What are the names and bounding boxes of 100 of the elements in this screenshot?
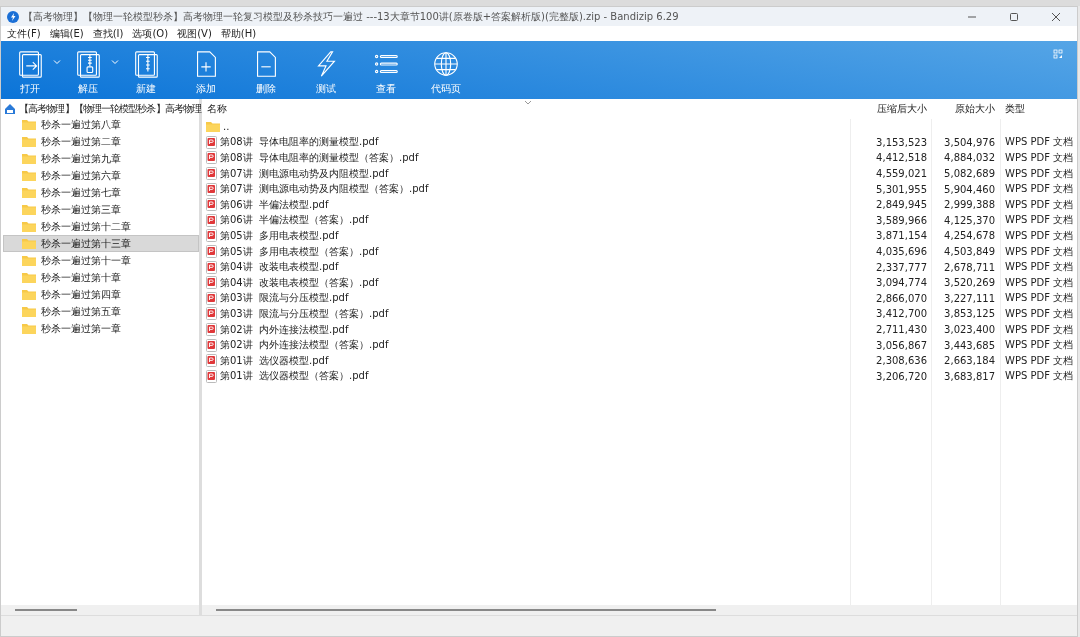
table-cell: 5,301,955 — [876, 183, 927, 195]
folder-icon — [22, 255, 36, 266]
layout-icon[interactable] — [1053, 49, 1063, 59]
toolbar-button[interactable]: 添加 — [187, 41, 225, 96]
column-header[interactable]: 名称 — [202, 102, 853, 116]
folder-icon — [22, 187, 36, 198]
app-logo-icon — [7, 10, 19, 23]
table-cell: 3,094,774 — [876, 277, 927, 289]
file-name[interactable]: 第06讲 半偏法模型（答案）.pdf — [220, 213, 369, 228]
toolbar-button[interactable]: 测试 — [307, 41, 345, 96]
toolbar-button[interactable]: 打开 — [11, 41, 49, 96]
maximize-icon[interactable] — [1009, 11, 1019, 22]
folder-icon — [22, 306, 36, 317]
table-cell: WPS PDF 文档 — [1005, 261, 1074, 273]
table-cell: WPS PDF 文档 — [1005, 152, 1074, 163]
table-cell: 4,503,849 — [944, 246, 995, 258]
table-cell: WPS PDF 文档 — [1005, 167, 1074, 179]
tree-item[interactable]: 秒杀一遍过第三章 — [3, 201, 199, 218]
toolbar-button[interactable]: 新建 — [127, 41, 165, 96]
table-cell: 3,589,966 — [876, 214, 927, 226]
file-name[interactable]: 第08讲 导体电阻率的测量模型（答案）.pdf — [220, 151, 419, 165]
toolbar-button[interactable]: 代码页 — [427, 41, 465, 96]
pdf-file-icon — [206, 167, 217, 181]
tree-root[interactable]: 【高考物理】【物理一轮模型秒杀】高考物理 — [19, 101, 201, 116]
table-cell: 3,871,154 — [876, 230, 927, 242]
tree-item[interactable]: 秒杀一遍过第十章 — [3, 269, 199, 286]
menu-item[interactable]: 文件(F) — [7, 26, 41, 41]
folder-icon — [22, 204, 36, 215]
table-cell: WPS PDF 文档 — [1005, 229, 1074, 241]
table-cell: 2,337,777 — [876, 261, 927, 273]
folder-icon — [22, 170, 36, 181]
menu-item[interactable]: 视图(V) — [177, 26, 212, 41]
table-cell: 3,504,976 — [944, 136, 995, 148]
table-cell: 5,904,460 — [944, 183, 995, 195]
folder-icon — [22, 238, 36, 249]
file-name[interactable]: 第04讲 改装电表模型.pdf — [220, 260, 339, 275]
menu-item[interactable]: 帮助(H) — [220, 26, 257, 41]
toolbar-button[interactable]: 解压 — [69, 41, 107, 96]
scrollbar-thumb[interactable] — [216, 609, 716, 611]
table-cell: 4,125,370 — [944, 214, 995, 226]
column-header[interactable]: 类型 — [1001, 102, 1077, 116]
folder-icon — [22, 119, 36, 130]
pdf-file-icon — [206, 135, 217, 149]
tree-item[interactable]: 秒杀一遍过第十二章 — [3, 218, 199, 235]
scrollbar-thumb[interactable] — [15, 609, 77, 611]
tree-item[interactable]: 秒杀一遍过第四章 — [3, 286, 199, 303]
tree-item[interactable]: 秒杀一遍过第一章 — [3, 320, 199, 337]
table-cell: 4,412,518 — [876, 152, 927, 164]
file-name[interactable]: 第05讲 多用电表模型.pdf — [220, 228, 339, 243]
table-cell: 2,866,070 — [876, 292, 927, 304]
file-name[interactable]: 第08讲 导体电阻率的测量模型.pdf — [220, 135, 379, 150]
folder-icon — [22, 323, 36, 334]
toolbar-button[interactable]: 查看 — [367, 41, 405, 96]
pdf-file-icon — [206, 198, 217, 212]
file-name[interactable]: 第01讲 选仪器模型（答案）.pdf — [220, 369, 369, 384]
table-cell: 2,678,711 — [944, 261, 995, 273]
tree-item[interactable]: 秒杀一遍过第六章 — [3, 167, 199, 184]
pdf-file-icon — [206, 276, 217, 290]
tree-item[interactable]: 秒杀一遍过第十三章 — [3, 235, 199, 252]
file-name[interactable]: 第07讲 测电源电动势及内阻模型.pdf — [220, 166, 389, 181]
table-cell: 3,443,685 — [944, 339, 995, 351]
tree-item[interactable]: 秒杀一遍过第十一章 — [3, 252, 199, 269]
file-name[interactable]: 第02讲 内外连接法模型.pdf — [220, 322, 349, 337]
table-cell: WPS PDF 文档 — [1005, 276, 1074, 288]
file-name[interactable]: 第05讲 多用电表模型（答案）.pdf — [220, 244, 379, 259]
menu-item[interactable]: 编辑(E) — [49, 26, 84, 41]
menu-item[interactable]: 查找(I) — [92, 26, 124, 41]
file-name[interactable]: 第03讲 限流与分压模型（答案）.pdf — [220, 306, 389, 321]
table-cell: 2,999,388 — [944, 199, 995, 211]
table-cell: 3,853,125 — [944, 308, 995, 320]
table-cell: 2,711,430 — [876, 324, 927, 335]
pdf-file-icon — [206, 151, 217, 165]
tree-item[interactable]: 秒杀一遍过第八章 — [3, 116, 199, 133]
table-cell: WPS PDF 文档 — [1005, 214, 1074, 226]
table-cell: WPS PDF 文档 — [1005, 307, 1074, 319]
column-header[interactable]: 原始大小 — [933, 102, 1001, 116]
close-icon[interactable] — [1051, 11, 1061, 22]
caret-icon[interactable] — [53, 59, 61, 65]
tree-item[interactable]: 秒杀一遍过第九章 — [3, 150, 199, 167]
file-name[interactable]: 第01讲 选仪器模型.pdf — [220, 353, 329, 368]
file-name[interactable]: 第03讲 限流与分压模型.pdf — [220, 291, 349, 306]
tree-item[interactable]: 秒杀一遍过第二章 — [3, 133, 199, 150]
file-name[interactable]: .. — [223, 121, 230, 133]
file-name[interactable]: 第07讲 测电源电动势及内阻模型（答案）.pdf — [220, 182, 429, 197]
column-header[interactable]: 压缩后大小 — [853, 102, 933, 116]
file-name[interactable]: 第04讲 改装电表模型（答案）.pdf — [220, 275, 379, 290]
table-cell: WPS PDF 文档 — [1005, 370, 1074, 382]
pdf-file-icon — [206, 369, 217, 383]
file-name[interactable]: 第02讲 内外连接法模型（答案）.pdf — [220, 338, 389, 353]
toolbar-button[interactable]: 删除 — [247, 41, 285, 96]
menu-item[interactable]: 选项(O) — [132, 26, 169, 41]
table-cell: 2,663,184 — [944, 355, 995, 367]
tree-item[interactable]: 秒杀一遍过第五章 — [3, 303, 199, 320]
window-title: 【高考物理】【物理一轮模型秒杀】高考物理一轮复习模型及秒杀技巧一遍过 ---13大章节100讲(原卷版+答案解析版)(完整版).zip - Bandizip 6.29 — [23, 9, 680, 24]
table-cell: 3,206,720 — [876, 370, 927, 382]
tree-item[interactable]: 秒杀一遍过第七章 — [3, 184, 199, 201]
caret-icon[interactable] — [111, 59, 119, 65]
pdf-file-icon — [206, 213, 217, 227]
folder-icon — [206, 121, 220, 133]
file-name[interactable]: 第06讲 半偏法模型.pdf — [220, 197, 329, 212]
